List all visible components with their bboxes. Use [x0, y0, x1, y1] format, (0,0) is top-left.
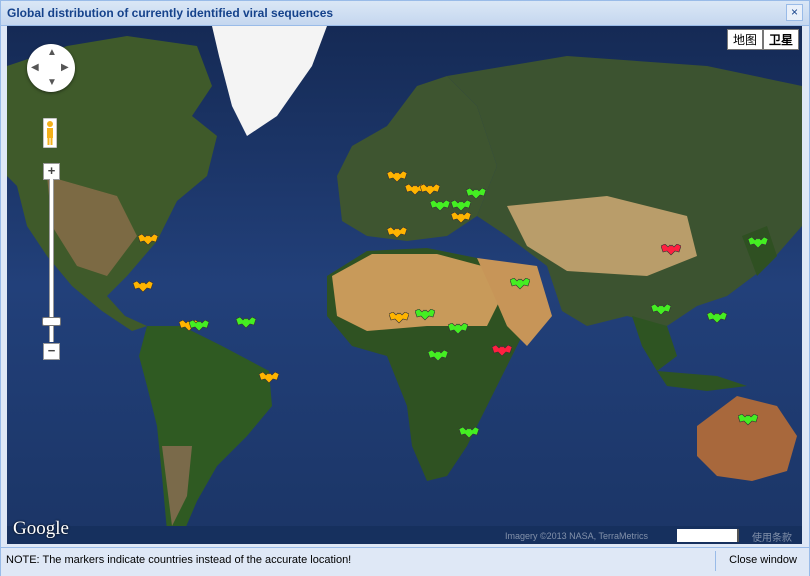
bat-marker-icon[interactable]: [450, 212, 471, 224]
bat-marker-icon[interactable]: [738, 414, 759, 426]
bat-marker-icon[interactable]: [450, 200, 471, 212]
bat-marker-icon[interactable]: [466, 188, 487, 200]
bat-marker-icon[interactable]: [650, 303, 671, 316]
bat-marker-icon[interactable]: [430, 200, 451, 212]
bat-marker-icon[interactable]: [415, 309, 436, 321]
bat-marker-icon[interactable]: [132, 280, 153, 293]
footer-separator: [715, 551, 716, 571]
pan-up-icon[interactable]: ▲: [47, 47, 57, 58]
window-titlebar: Global distribution of currently identif…: [1, 1, 809, 26]
scale-bar: [677, 529, 739, 542]
map-window: Global distribution of currently identif…: [0, 0, 810, 576]
google-logo: Google: [13, 518, 69, 539]
zoom-out-button[interactable]: −: [43, 343, 60, 360]
map-type-satellite-button[interactable]: 卫星: [762, 29, 799, 50]
satellite-map-imagery: [7, 26, 802, 544]
bat-marker-icon[interactable]: [386, 226, 407, 239]
map-attribution: Imagery ©2013 NASA, TerraMetrics: [505, 531, 649, 541]
bat-marker-icon[interactable]: [189, 320, 210, 332]
bat-marker-icon[interactable]: [235, 317, 256, 329]
bat-marker-icon[interactable]: [386, 170, 407, 183]
map-type-map-button[interactable]: 地图: [726, 29, 763, 50]
bat-marker-icon[interactable]: [420, 183, 441, 196]
close-icon[interactable]: ×: [786, 4, 803, 21]
zoom-slider-thumb[interactable]: [42, 317, 61, 326]
zoom-in-button[interactable]: +: [43, 163, 60, 180]
bat-marker-icon[interactable]: [427, 350, 448, 362]
bat-marker-icon[interactable]: [748, 236, 769, 249]
bat-marker-icon[interactable]: [491, 344, 512, 357]
pan-down-icon[interactable]: ▼: [47, 77, 57, 88]
close-window-button[interactable]: Close window: [729, 554, 797, 566]
bat-marker-icon[interactable]: [707, 311, 728, 324]
bat-marker-icon[interactable]: [258, 371, 279, 384]
bat-marker-icon[interactable]: [138, 233, 159, 246]
bat-marker-icon[interactable]: [661, 243, 682, 256]
bat-marker-icon[interactable]: [389, 311, 410, 324]
map-view[interactable]: ▲ ▼ ◀ ▶ + − 地图 卫星 Google Imagery ©2013 N…: [7, 26, 802, 544]
map-type-control: 地图 卫星: [726, 29, 799, 50]
terms-link[interactable]: 使用条款: [752, 529, 792, 544]
footer-bar: NOTE: The markers indicate countries ins…: [1, 547, 809, 576]
bat-marker-icon[interactable]: [448, 322, 469, 335]
pan-right-icon[interactable]: ▶: [61, 62, 69, 73]
footer-note: NOTE: The markers indicate countries ins…: [6, 554, 352, 566]
bat-marker-icon[interactable]: [509, 277, 530, 290]
pegman-icon[interactable]: [43, 118, 57, 148]
window-title: Global distribution of currently identif…: [7, 6, 334, 20]
pan-control[interactable]: ▲ ▼ ◀ ▶: [27, 44, 75, 92]
pan-left-icon[interactable]: ◀: [31, 62, 39, 73]
bat-marker-icon[interactable]: [458, 426, 479, 439]
